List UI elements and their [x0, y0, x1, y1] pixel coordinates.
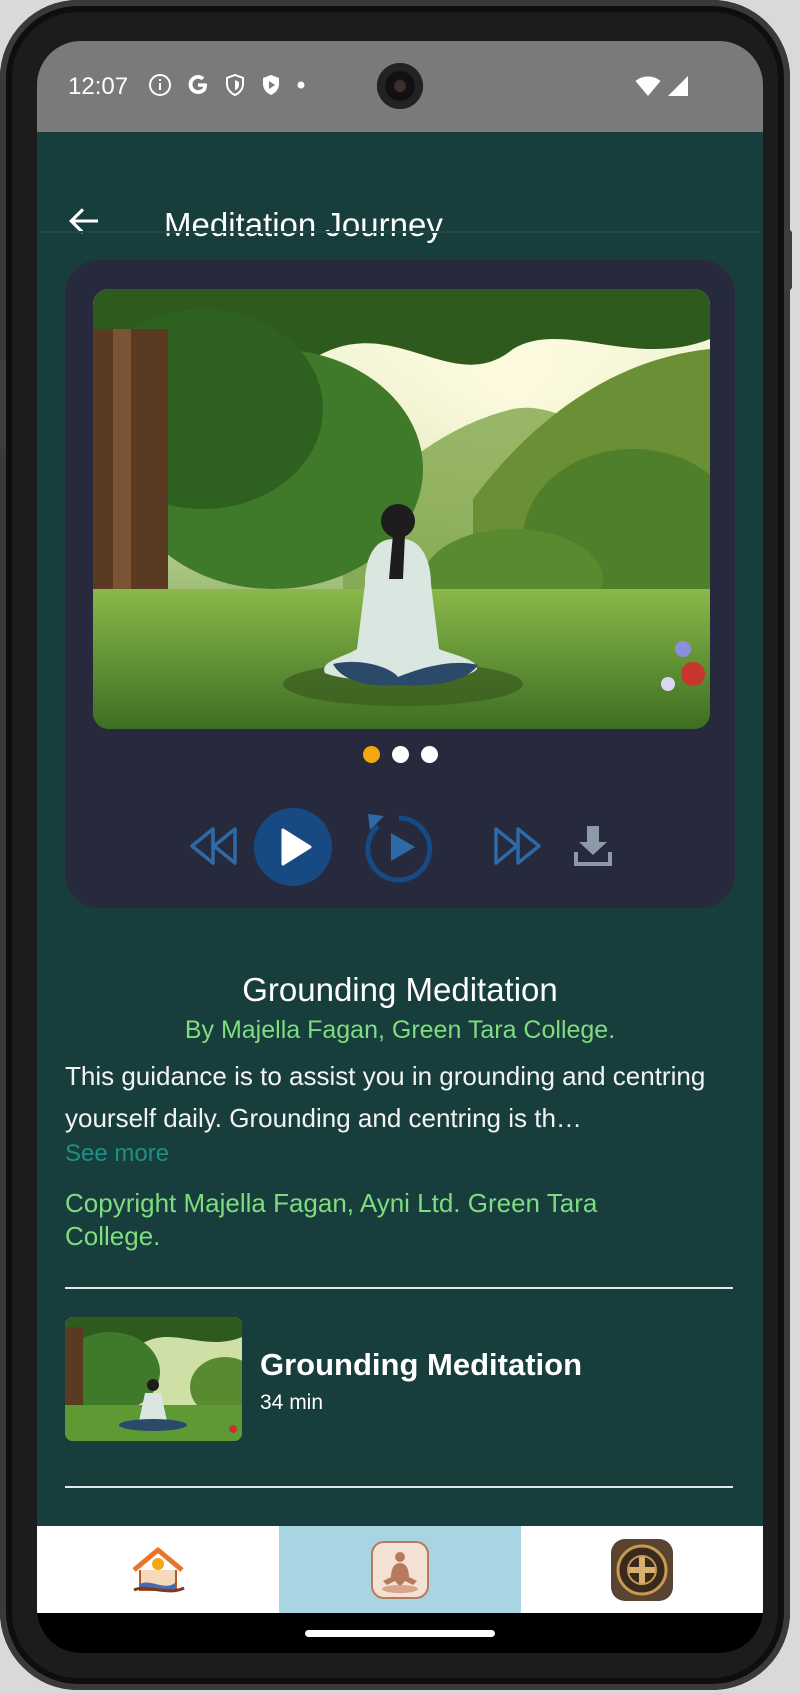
- nav-meditation[interactable]: [279, 1526, 521, 1613]
- playlist-item-thumbnail: [65, 1317, 242, 1441]
- power-button: [784, 230, 792, 290]
- player-card: [65, 260, 735, 908]
- divider-top: [65, 1287, 733, 1289]
- home-icon: [132, 1547, 185, 1592]
- wifi-icon: [635, 76, 661, 96]
- see-more-link[interactable]: See more: [65, 1140, 169, 1168]
- download-icon[interactable]: [573, 824, 613, 866]
- home-indicator[interactable]: [305, 1630, 495, 1637]
- play-protect-icon: [263, 75, 279, 95]
- meditation-icon: [371, 1540, 429, 1599]
- front-camera: [377, 63, 423, 109]
- app-bar-divider: [37, 231, 763, 233]
- replay-icon[interactable]: [358, 808, 440, 890]
- app-bar: Meditation Journey: [37, 132, 763, 272]
- playback-controls: [65, 808, 735, 888]
- volume-button: [0, 360, 6, 450]
- pager-dot-2[interactable]: [391, 746, 409, 763]
- rewind-icon[interactable]: [189, 826, 239, 866]
- playlist-item-duration: 34 min: [260, 1391, 324, 1414]
- cross-medallion-icon: [611, 1538, 673, 1601]
- dot-icon: [297, 81, 305, 89]
- status-time: 12:07: [68, 73, 129, 100]
- info-icon: [149, 74, 171, 96]
- fast-forward-icon[interactable]: [492, 826, 542, 866]
- nav-cross-medallion[interactable]: [521, 1526, 763, 1613]
- nav-home[interactable]: [37, 1526, 279, 1613]
- shield-icon: [226, 73, 244, 97]
- pager-dots: [65, 746, 735, 763]
- phone-frame: 12:07 Meditation Journey Grounding Medit…: [0, 0, 792, 1690]
- meditation-forest-artwork: [93, 289, 710, 729]
- divider-bottom: [65, 1486, 733, 1488]
- page-title: Meditation Journey: [164, 206, 443, 243]
- playlist-item-title: Grounding Meditation: [260, 1347, 583, 1382]
- google-icon: [188, 75, 207, 94]
- gesture-bar: [37, 1613, 763, 1653]
- copyright-text: Copyright Majella Fagan, Ayni Ltd. Green…: [65, 1188, 598, 1251]
- track-author: By Majella Fagan, Green Tara College.: [184, 1016, 616, 1044]
- track-title: Grounding Meditation: [242, 971, 558, 1008]
- bottom-navigation: [37, 1526, 763, 1613]
- pager-dot-1[interactable]: [362, 746, 380, 763]
- track-description: This guidance is to assist you in ground…: [65, 1061, 706, 1133]
- cellular-signal-icon: [668, 76, 688, 96]
- play-button[interactable]: [254, 808, 332, 886]
- app-screen: 12:07 Meditation Journey Grounding Medit…: [37, 41, 763, 1653]
- status-bar: 12:07: [37, 41, 763, 132]
- play-icon: [281, 828, 312, 866]
- playlist-item[interactable]: Grounding Meditation 34 min: [65, 1317, 733, 1441]
- pager-dot-3[interactable]: [420, 746, 438, 763]
